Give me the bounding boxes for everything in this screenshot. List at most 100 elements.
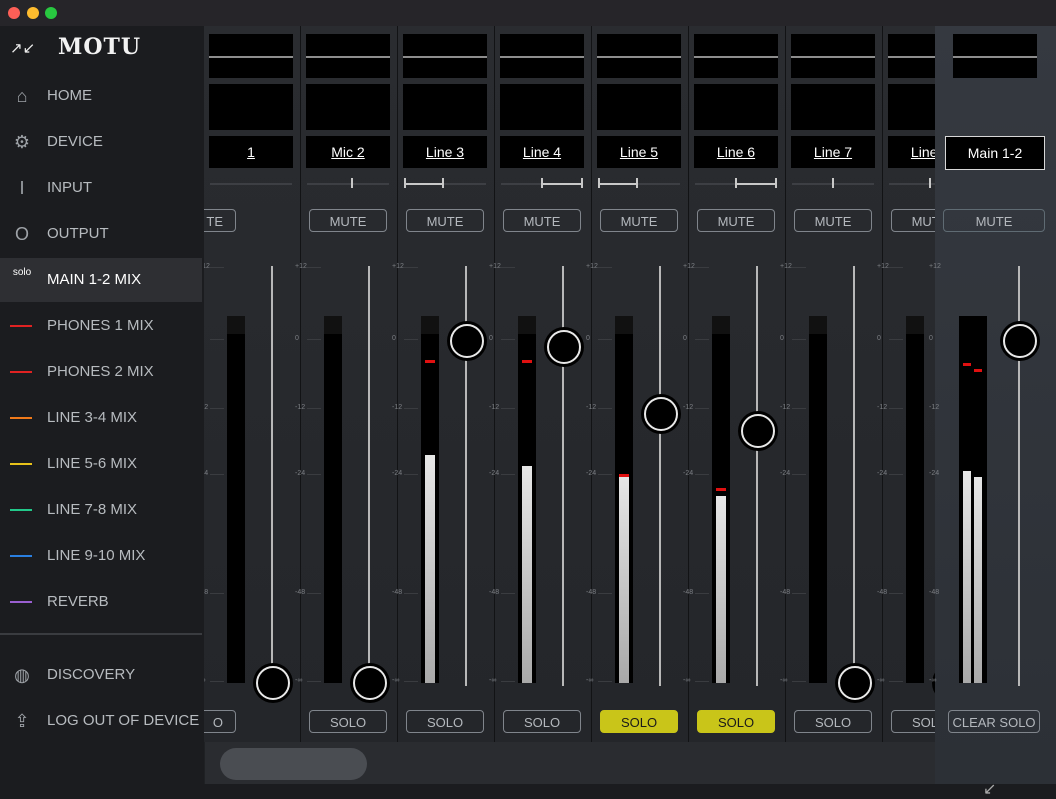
main-fader-knob[interactable] — [1003, 324, 1037, 358]
pan-knob[interactable] — [636, 178, 638, 188]
scale-tick — [210, 339, 224, 340]
scale-label: -∞ — [780, 677, 788, 684]
pan-knob[interactable] — [832, 178, 834, 188]
main-meter — [959, 316, 987, 683]
sidebar-item[interactable]: LINE 9-10 MIX — [0, 534, 202, 578]
scale-label: -48 — [683, 589, 694, 596]
zoom-window-button[interactable] — [45, 7, 57, 19]
horizontal-scrollbar[interactable] — [205, 742, 935, 784]
sidebar-item[interactable]: O OUTPUT — [0, 212, 202, 256]
scale-tick — [598, 681, 612, 682]
scale-tick — [404, 408, 418, 409]
sidebar-item[interactable]: LINE 3-4 MIX — [0, 396, 202, 440]
scale-tick — [889, 681, 903, 682]
peak-indicator — [518, 316, 536, 334]
scale-tick — [598, 474, 612, 475]
collapse-icon[interactable]: ↙ — [983, 779, 996, 799]
sidebar-item-label: DEVICE — [47, 133, 103, 150]
sidebar-item-label: LINE 5-6 MIX — [47, 455, 138, 472]
scale-tick — [501, 681, 515, 682]
sidebar-item-label: PHONES 2 MIX — [47, 363, 154, 380]
scale-label: -∞ — [877, 677, 885, 684]
scale-label: -12 — [586, 404, 597, 411]
scale-label: +12 — [683, 263, 695, 270]
fader-knob[interactable] — [741, 414, 775, 448]
scale-label: -48 — [392, 589, 403, 596]
meter-fill — [619, 477, 629, 683]
scale-label: -48 — [586, 589, 597, 596]
main-meter-left — [963, 471, 971, 683]
scale-tick — [889, 593, 903, 594]
mix-color-swatch — [10, 601, 32, 603]
sidebar-item[interactable]: LINE 5-6 MIX — [0, 442, 202, 486]
pan-knob[interactable] — [581, 178, 583, 188]
solo-button[interactable]: SOLO — [794, 710, 872, 733]
sidebar-footer-item[interactable]: ⇪ LOG OUT OF DEVICE — [0, 699, 202, 743]
channel-strip: Line 6 MUTE +12 0 -12 -24 -48 -∞ SOLO — [683, 26, 786, 742]
fader-track — [368, 266, 370, 686]
scale-label: -12 — [295, 404, 306, 411]
mix-color-swatch — [10, 463, 32, 465]
scale-tick — [889, 474, 903, 475]
minimize-window-button[interactable] — [27, 7, 39, 19]
sidebar-item[interactable]: I INPUT — [0, 166, 202, 210]
pan-knob[interactable] — [735, 178, 737, 188]
solo-button[interactable]: SOLO — [503, 710, 581, 733]
scale-tick — [307, 267, 321, 268]
meter-fill — [425, 455, 435, 683]
close-window-button[interactable] — [8, 7, 20, 19]
sidebar-item[interactable]: PHONES 2 MIX — [0, 350, 202, 394]
sidebar-item[interactable]: ⌂ HOME — [0, 74, 202, 118]
solo-button[interactable]: SOLO — [600, 710, 678, 733]
scale-tick — [307, 408, 321, 409]
scale-label: +12 — [489, 263, 501, 270]
scale-tick — [695, 474, 709, 475]
pan-knob[interactable] — [351, 178, 353, 188]
scale-label: -24 — [780, 470, 791, 477]
solo-button[interactable]: SOLO — [406, 710, 484, 733]
scale-tick — [598, 593, 612, 594]
collapse-sidebar-icon[interactable]: ↗↙ — [10, 39, 35, 57]
scale-tick — [889, 408, 903, 409]
scale-label: -∞ — [489, 677, 497, 684]
scale-label: -12 — [780, 404, 791, 411]
pan-knob[interactable] — [929, 178, 931, 188]
scale-label: 0 — [877, 335, 881, 342]
input-icon: I — [19, 178, 25, 198]
scale-tick — [404, 339, 418, 340]
solo-button[interactable]: SOLO — [697, 710, 775, 733]
main-peak-left — [963, 363, 971, 366]
level-meter — [518, 316, 536, 683]
scale-tick — [210, 593, 224, 594]
pan-knob[interactable] — [775, 178, 777, 188]
sidebar-item[interactable]: ⚙ DEVICE — [0, 120, 202, 164]
peak-indicator — [324, 316, 342, 334]
peak-hold — [425, 360, 435, 363]
clear-solo-button[interactable]: CLEAR SOLO — [948, 710, 1040, 733]
sidebar-item-label: MAIN 1-2 MIX — [47, 271, 142, 288]
solo-icon: solo — [12, 267, 32, 278]
sidebar-item[interactable]: PHONES 1 MIX — [0, 304, 202, 348]
peak-indicator — [712, 316, 730, 334]
peak-indicator — [906, 316, 924, 334]
scale-tick — [695, 267, 709, 268]
scale-tick — [501, 593, 515, 594]
solo-button[interactable]: SOLO — [309, 710, 387, 733]
sidebar-item[interactable]: REVERB — [0, 580, 202, 624]
sidebar-item[interactable]: LINE 7-8 MIX — [0, 488, 202, 532]
scale-label: +12 — [929, 263, 941, 270]
fader-knob[interactable] — [838, 666, 872, 700]
sidebar-footer-item[interactable]: ◍ DISCOVERY — [0, 653, 202, 697]
scale-label: +12 — [295, 263, 307, 270]
sidebar-item-label: PHONES 1 MIX — [47, 317, 154, 334]
sidebar-item[interactable]: solo MAIN 1-2 MIX — [0, 258, 202, 302]
scale-label: -24 — [295, 470, 306, 477]
scroll-thumb[interactable] — [220, 748, 367, 780]
fader-knob[interactable] — [256, 666, 290, 700]
pan-knob[interactable] — [442, 178, 444, 188]
fader-knob[interactable] — [450, 324, 484, 358]
fader-knob[interactable] — [547, 329, 581, 364]
fader-knob[interactable] — [353, 666, 387, 700]
fader-knob[interactable] — [644, 397, 678, 432]
pan-knob[interactable] — [541, 178, 543, 188]
